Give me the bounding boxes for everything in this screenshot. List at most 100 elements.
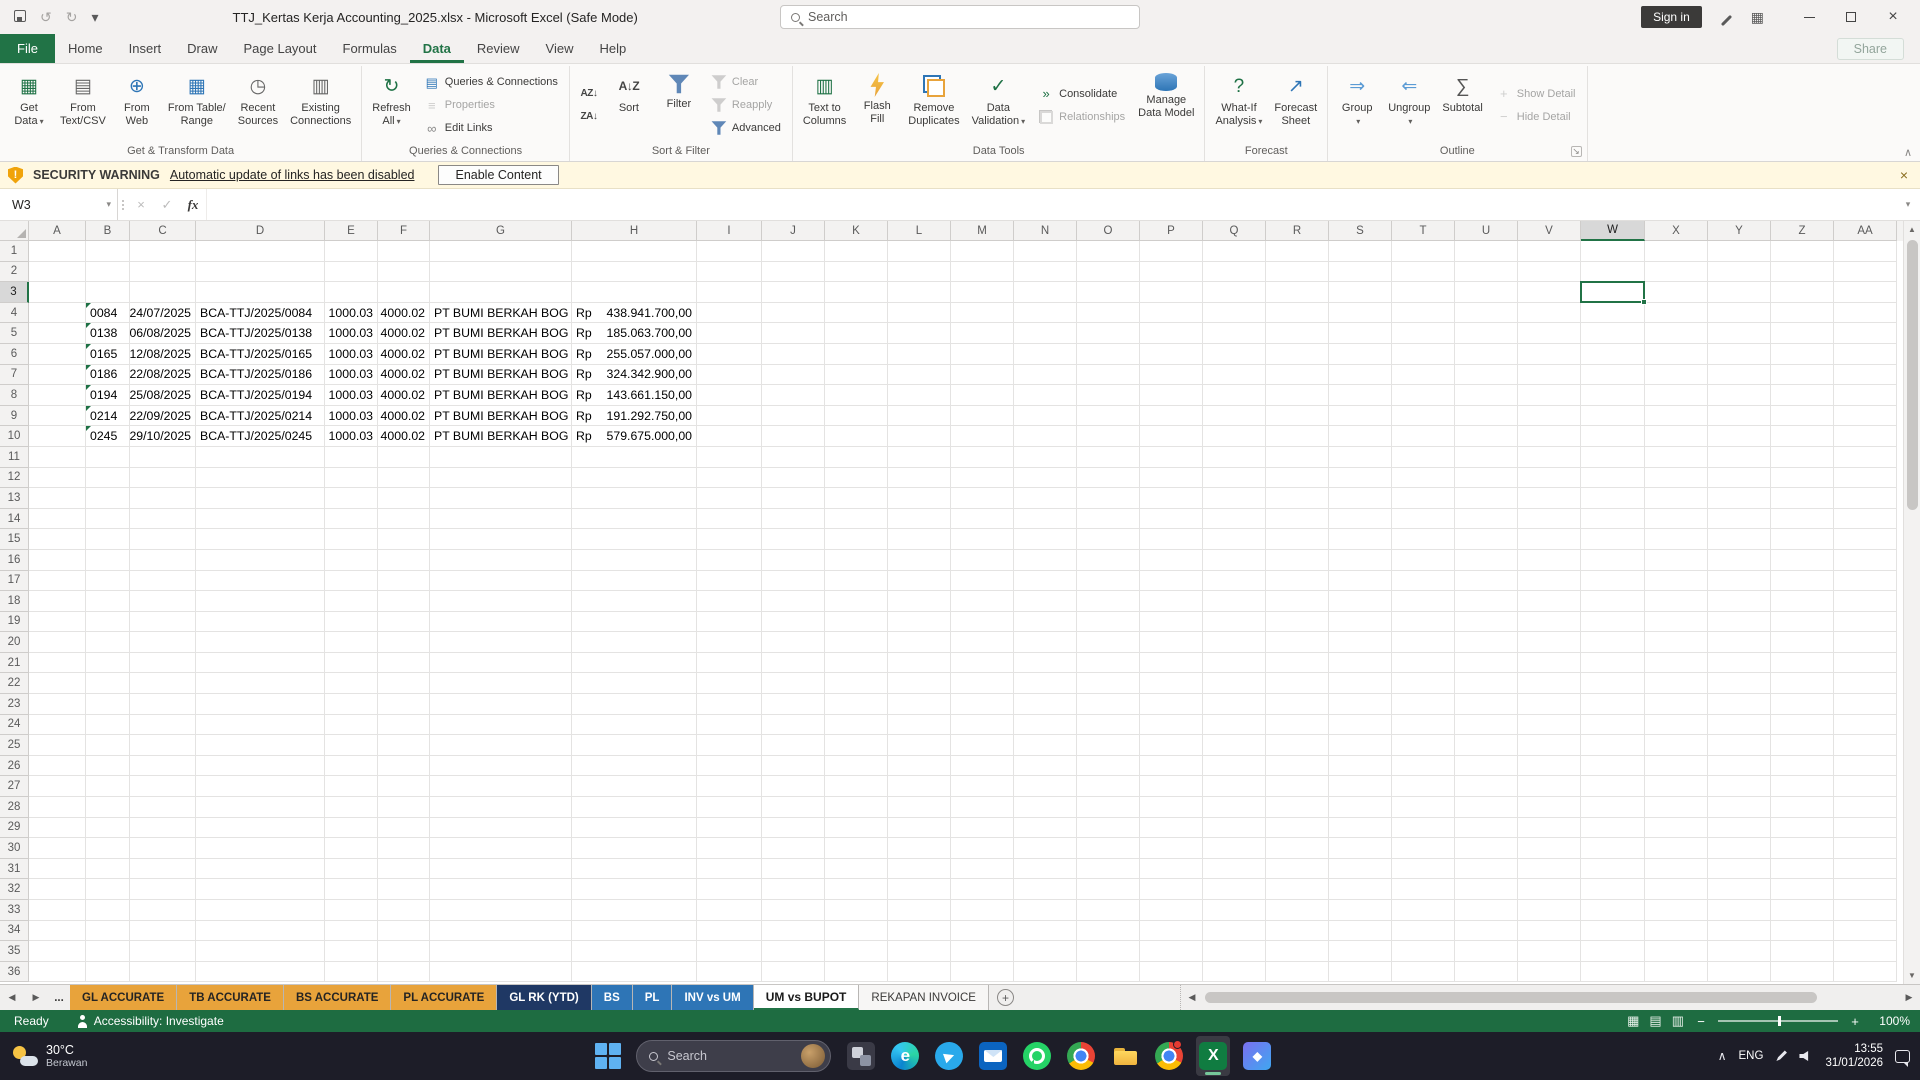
cell-s3[interactable] (1329, 282, 1392, 303)
ribbon-button-manage-data-model[interactable]: ManageData Model (1133, 68, 1199, 142)
cell-c32[interactable] (130, 879, 196, 900)
cell-c7[interactable]: 22/08/2025 (130, 365, 196, 386)
cell-w16[interactable] (1581, 550, 1645, 571)
cell-e21[interactable] (325, 653, 378, 674)
cell-j5[interactable] (762, 323, 825, 344)
cell-aa15[interactable] (1834, 529, 1897, 550)
cell-e2[interactable] (325, 262, 378, 283)
cell-o8[interactable] (1077, 385, 1140, 406)
ribbon-tab-help[interactable]: Help (586, 34, 639, 63)
row-header-9[interactable]: 9 (0, 406, 29, 427)
column-header-e[interactable]: E (325, 221, 378, 241)
name-box[interactable]: W3 ▾ (0, 189, 118, 220)
row-header-1[interactable]: 1 (0, 241, 29, 262)
cell-f36[interactable] (378, 962, 430, 983)
cell-h31[interactable] (572, 859, 697, 880)
cell-p14[interactable] (1140, 509, 1203, 530)
cell-n30[interactable] (1014, 838, 1077, 859)
notification-center-icon[interactable] (1895, 1050, 1910, 1063)
cell-e8[interactable]: 1000.03 (325, 385, 378, 406)
cell-e28[interactable] (325, 797, 378, 818)
cell-o6[interactable] (1077, 344, 1140, 365)
cell-b33[interactable] (86, 900, 130, 921)
cell-h6[interactable]: Rp255.057.000,00 (572, 344, 697, 365)
cell-q23[interactable] (1203, 694, 1266, 715)
cell-h4[interactable]: Rp438.941.700,00 (572, 303, 697, 324)
cell-b35[interactable] (86, 941, 130, 962)
cell-e23[interactable] (325, 694, 378, 715)
cell-n33[interactable] (1014, 900, 1077, 921)
cell-h11[interactable] (572, 447, 697, 468)
cell-p2[interactable] (1140, 262, 1203, 283)
cell-u30[interactable] (1455, 838, 1518, 859)
cell-e17[interactable] (325, 571, 378, 592)
cell-p21[interactable] (1140, 653, 1203, 674)
cell-b10[interactable]: 0245 (86, 426, 130, 447)
cell-h13[interactable] (572, 488, 697, 509)
cell-c20[interactable] (130, 632, 196, 653)
cell-k23[interactable] (825, 694, 888, 715)
cell-o14[interactable] (1077, 509, 1140, 530)
cell-k19[interactable] (825, 612, 888, 633)
cell-l24[interactable] (888, 715, 951, 736)
cell-f35[interactable] (378, 941, 430, 962)
cell-u20[interactable] (1455, 632, 1518, 653)
cell-s6[interactable] (1329, 344, 1392, 365)
cell-v27[interactable] (1518, 776, 1581, 797)
cell-x20[interactable] (1645, 632, 1708, 653)
start-button[interactable] (593, 1041, 623, 1071)
cell-i20[interactable] (697, 632, 762, 653)
cell-c27[interactable] (130, 776, 196, 797)
cell-p8[interactable] (1140, 385, 1203, 406)
cell-g27[interactable] (430, 776, 572, 797)
cell-h19[interactable] (572, 612, 697, 633)
column-header-u[interactable]: U (1455, 221, 1518, 241)
cell-y7[interactable] (1708, 365, 1771, 386)
cell-i25[interactable] (697, 735, 762, 756)
cell-aa18[interactable] (1834, 591, 1897, 612)
cell-d13[interactable] (196, 488, 325, 509)
cell-n2[interactable] (1014, 262, 1077, 283)
cell-q32[interactable] (1203, 879, 1266, 900)
cell-r34[interactable] (1266, 921, 1329, 942)
ribbon-tab-formulas[interactable]: Formulas (330, 34, 410, 63)
cell-p35[interactable] (1140, 941, 1203, 962)
cell-g21[interactable] (430, 653, 572, 674)
cell-z33[interactable] (1771, 900, 1834, 921)
cell-z27[interactable] (1771, 776, 1834, 797)
column-header-l[interactable]: L (888, 221, 951, 241)
select-all-button[interactable] (0, 221, 29, 241)
cell-s30[interactable] (1329, 838, 1392, 859)
cell-i5[interactable] (697, 323, 762, 344)
cell-z13[interactable] (1771, 488, 1834, 509)
cell-x32[interactable] (1645, 879, 1708, 900)
cell-v11[interactable] (1518, 447, 1581, 468)
sheet-tab-gl-rk-ytd[interactable]: GL RK (YTD) (497, 985, 591, 1010)
cell-u33[interactable] (1455, 900, 1518, 921)
cell-a6[interactable] (29, 344, 86, 365)
cell-r29[interactable] (1266, 818, 1329, 839)
row-header-17[interactable]: 17 (0, 571, 29, 592)
cell-p1[interactable] (1140, 241, 1203, 262)
cell-x21[interactable] (1645, 653, 1708, 674)
cell-m33[interactable] (951, 900, 1014, 921)
cell-b16[interactable] (86, 550, 130, 571)
cell-aa12[interactable] (1834, 468, 1897, 489)
cell-g9[interactable]: PT BUMI BERKAH BOG (430, 406, 572, 427)
cell-g15[interactable] (430, 529, 572, 550)
taskbar-clock[interactable]: 13:55 31/01/2026 (1825, 1042, 1883, 1071)
cell-z31[interactable] (1771, 859, 1834, 880)
cell-q27[interactable] (1203, 776, 1266, 797)
cell-r36[interactable] (1266, 962, 1329, 983)
cell-q18[interactable] (1203, 591, 1266, 612)
cell-j27[interactable] (762, 776, 825, 797)
cell-a29[interactable] (29, 818, 86, 839)
ribbon-tab-file[interactable]: File (0, 34, 55, 63)
cell-g24[interactable] (430, 715, 572, 736)
taskbar-app-telegram[interactable]: ▶ (932, 1036, 966, 1076)
cell-h35[interactable] (572, 941, 697, 962)
cell-x6[interactable] (1645, 344, 1708, 365)
cell-i12[interactable] (697, 468, 762, 489)
column-header-g[interactable]: G (430, 221, 572, 241)
cell-b18[interactable] (86, 591, 130, 612)
